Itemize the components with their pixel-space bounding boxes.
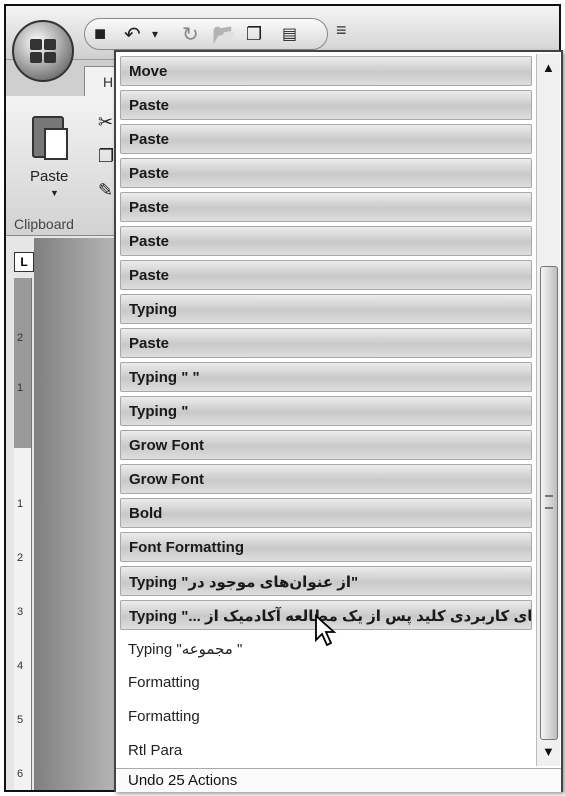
scrollbar[interactable]: ▲ ▼	[536, 54, 560, 766]
undo-history-item[interactable]: Grow Font	[120, 464, 532, 494]
ruler-number: 2	[17, 552, 24, 564]
cut-icon[interactable]: ✂	[98, 112, 113, 133]
redo-icon[interactable]: ↻	[182, 22, 199, 46]
undo-history-item[interactable]: Typing "از عنوان‌های موجود در"	[120, 566, 532, 596]
undo-history-item[interactable]: Paste	[120, 260, 532, 290]
document-area	[34, 238, 120, 790]
undo-history-item[interactable]: Typing " "	[120, 362, 532, 392]
undo-history-item[interactable]: Paste	[120, 192, 532, 222]
office-logo-icon	[30, 39, 56, 63]
clipboard-group-label: Clipboard	[14, 216, 74, 232]
print-preview-icon[interactable]: ❐	[246, 22, 262, 46]
paste-icon[interactable]	[26, 110, 70, 162]
format-painter-icon[interactable]: ✎	[98, 180, 113, 201]
office-button[interactable]	[12, 20, 74, 82]
save-icon[interactable]: ■	[94, 22, 106, 46]
mouse-pointer-icon	[315, 614, 337, 647]
undo-history-item[interactable]: Paste	[120, 90, 532, 120]
ruler-number: 3	[17, 606, 24, 618]
ruler-number: 1	[17, 498, 24, 510]
undo-history-item[interactable]: Font Formatting	[120, 532, 532, 562]
undo-history-item[interactable]: Paste	[120, 226, 532, 256]
undo-count-label: Undo 25 Actions	[128, 772, 238, 789]
undo-history-dropdown: Move Paste Paste Paste Paste Paste Paste Typing…	[114, 50, 563, 792]
undo-history-item[interactable]: Grow Font	[120, 430, 532, 460]
undo-history-item[interactable]: Move	[120, 56, 532, 86]
grip-icon	[545, 495, 553, 509]
undo-history-item[interactable]: Typing	[120, 294, 532, 324]
scroll-up-icon[interactable]: ▲	[542, 60, 555, 75]
undo-history-item[interactable]: Typing "	[120, 396, 532, 426]
scrollbar-thumb[interactable]	[540, 266, 558, 740]
undo-count-footer: Undo 25 Actions	[116, 768, 561, 792]
undo-history-item[interactable]: Paste	[120, 328, 532, 358]
copy-icon[interactable]: ❐	[98, 146, 114, 167]
quick-print-icon[interactable]: ▤	[282, 22, 297, 46]
paste-dropdown-icon[interactable]: ▼	[50, 188, 59, 198]
undo-history-item[interactable]: Rtl Para	[120, 736, 532, 766]
open-folder-icon[interactable]: 📂	[212, 22, 237, 46]
ruler-number: 6	[17, 768, 24, 780]
undo-dropdown-icon[interactable]: ▾	[152, 22, 158, 46]
undo-history-item[interactable]: Paste	[120, 158, 532, 188]
ruler-number: 1	[17, 382, 24, 394]
undo-icon[interactable]: ↶	[124, 22, 141, 46]
customize-qat-icon[interactable]: ≡	[336, 20, 347, 41]
vertical-ruler: 2 1 1 2 3 4 5 6	[14, 278, 32, 790]
ruler-number: 4	[17, 660, 24, 672]
undo-history-item[interactable]: Formatting	[120, 668, 532, 698]
tab-selector[interactable]: L	[14, 252, 34, 272]
ruler-number: 5	[17, 714, 24, 726]
undo-history-item[interactable]: Bold	[120, 498, 532, 528]
undo-history-item[interactable]: Paste	[120, 124, 532, 154]
scroll-down-icon[interactable]: ▼	[542, 744, 555, 759]
undo-history-item[interactable]: Formatting	[120, 702, 532, 732]
ruler-number: 2	[17, 332, 24, 344]
paste-button-label[interactable]: Paste	[30, 168, 68, 185]
